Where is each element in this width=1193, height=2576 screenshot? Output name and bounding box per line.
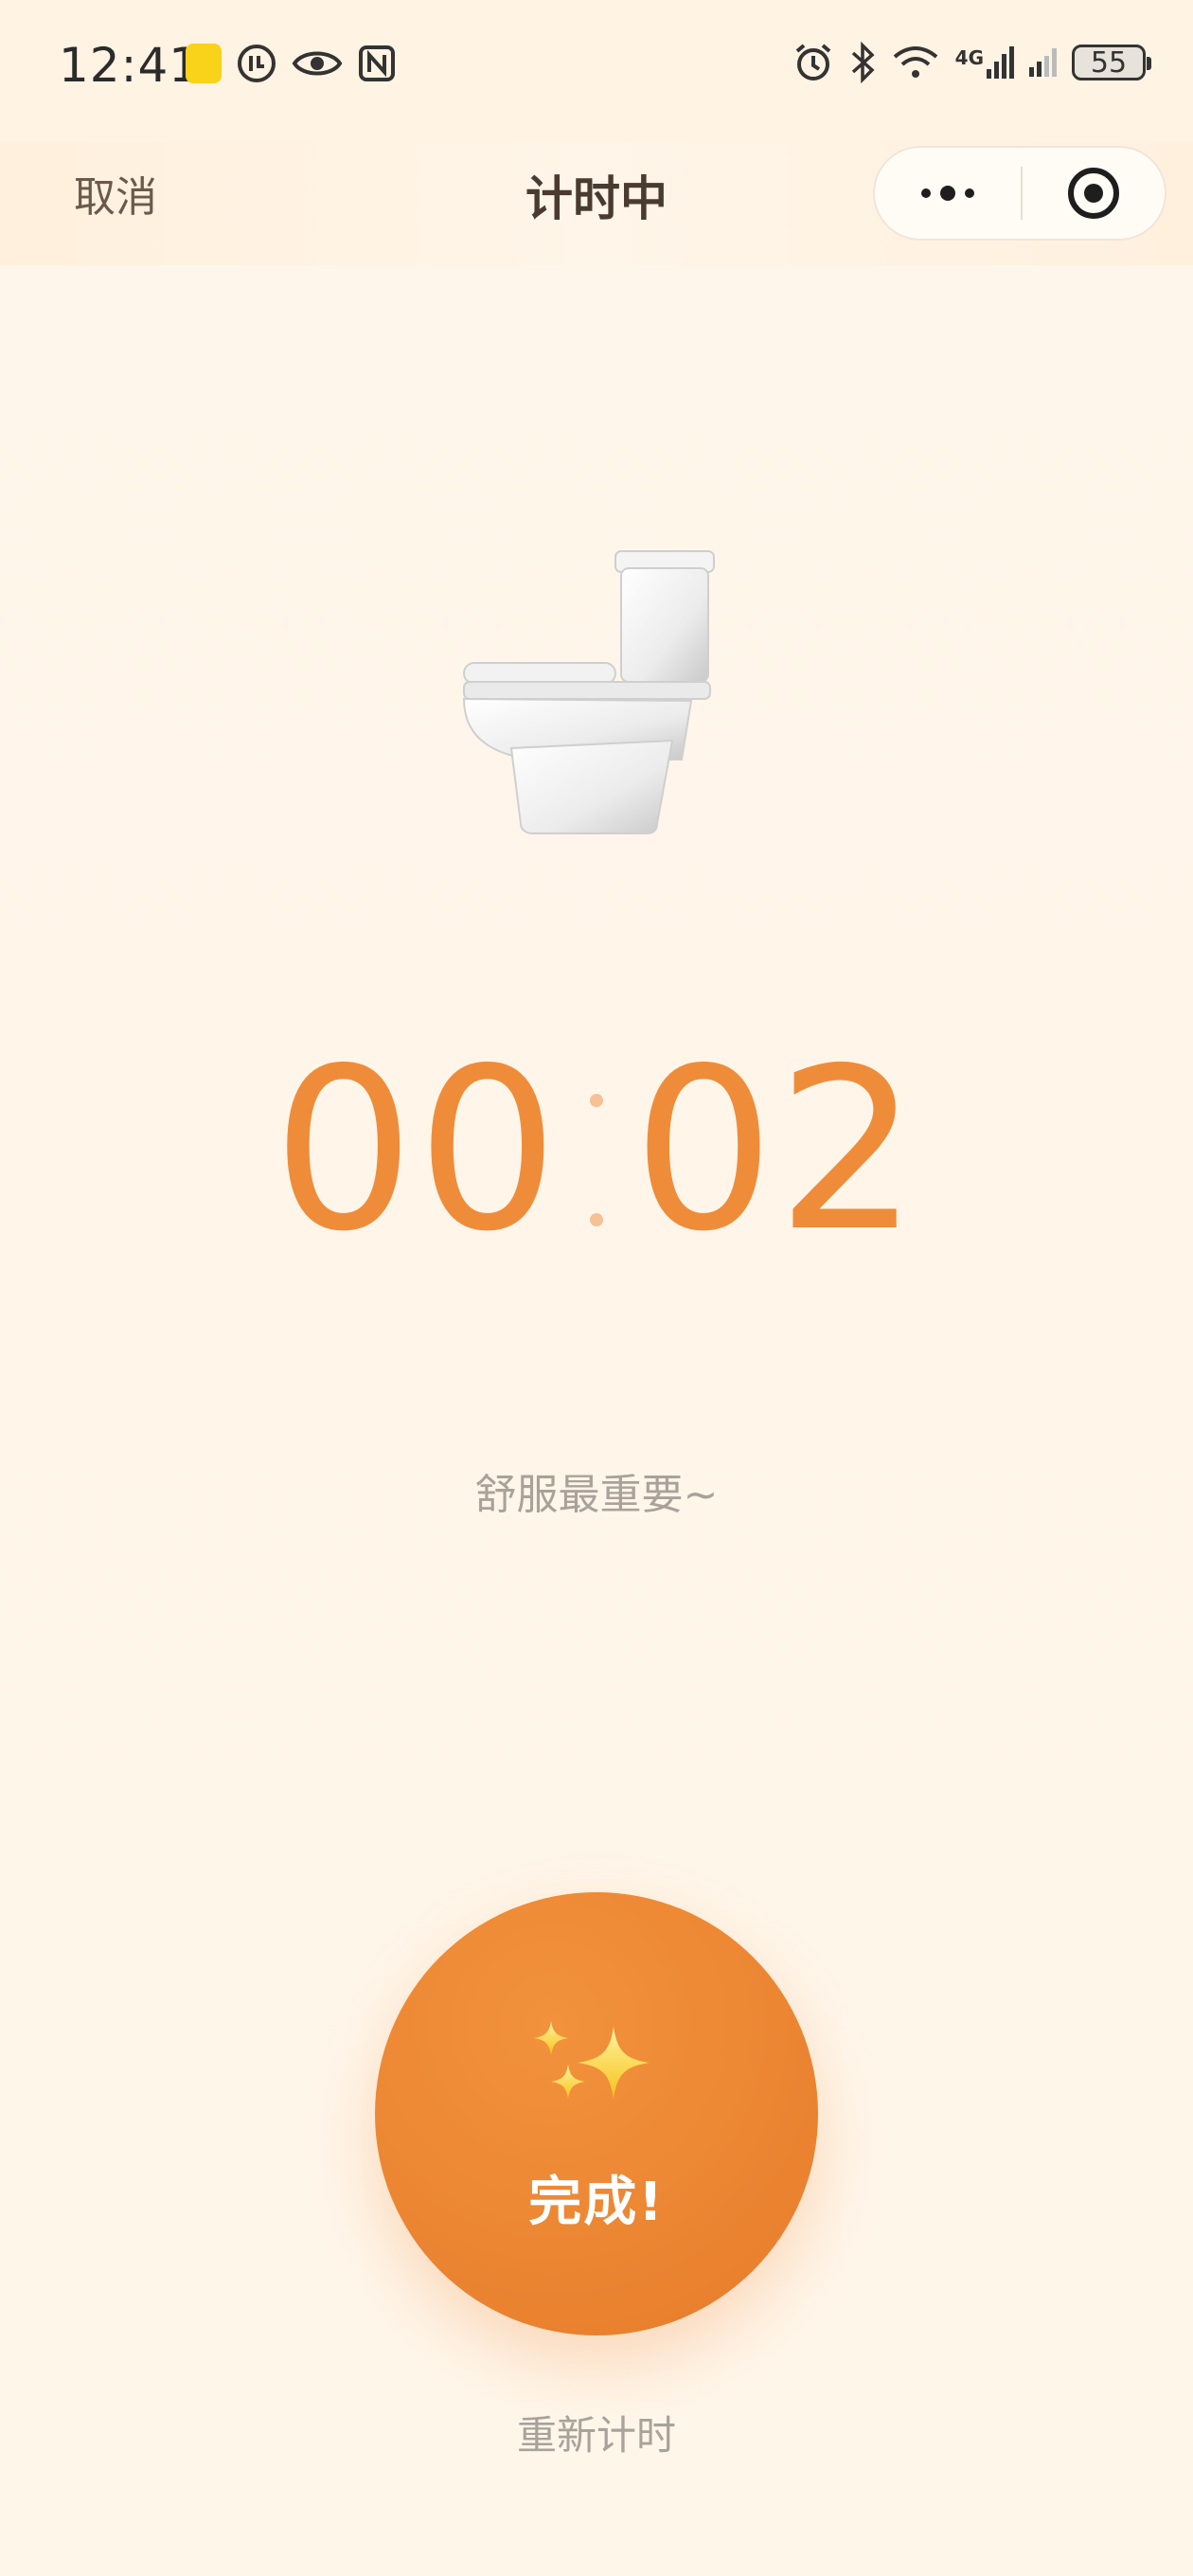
timer-seconds: 02: [632, 1020, 921, 1280]
cellular-4g-icon: 4G: [955, 46, 1014, 79]
status-bar: 12:41 4G 55: [0, 0, 1193, 142]
status-right-icons: 4G 55: [792, 42, 1151, 83]
sparkles-icon: [534, 2021, 650, 2099]
app-badge-icon: [186, 44, 222, 83]
clock-badge-icon: [238, 45, 276, 82]
battery-icon: 55: [1072, 45, 1151, 80]
close-target-icon[interactable]: [1023, 148, 1165, 239]
timer-display: 00 02: [0, 1032, 1193, 1269]
bluetooth-icon: [851, 42, 875, 83]
status-left-icons: [186, 44, 396, 83]
toilet-icon: [462, 550, 715, 834]
nfc-icon: [359, 45, 395, 81]
cellular-signal-icon: [1029, 48, 1057, 77]
network-type-label: 4G: [954, 46, 984, 69]
done-button[interactable]: 完成!: [375, 1892, 818, 2335]
timer-minutes: 00: [272, 1020, 561, 1280]
alarm-icon: [795, 44, 830, 80]
done-button-label: 完成!: [528, 2172, 665, 2233]
reset-timer-link[interactable]: 重新计时: [0, 2404, 1193, 2461]
timer-separator: [578, 1094, 615, 1226]
more-icon[interactable]: [875, 148, 1021, 239]
miniprogram-capsule: [873, 146, 1166, 241]
eye-icon: [292, 51, 343, 76]
status-time: 12:41: [59, 38, 201, 93]
hint-text: 舒服最重要~: [474, 1471, 719, 1519]
nav-bar: 取消 计时中: [0, 142, 1193, 265]
wifi-icon: [893, 46, 937, 78]
battery-level: 55: [1090, 45, 1128, 80]
